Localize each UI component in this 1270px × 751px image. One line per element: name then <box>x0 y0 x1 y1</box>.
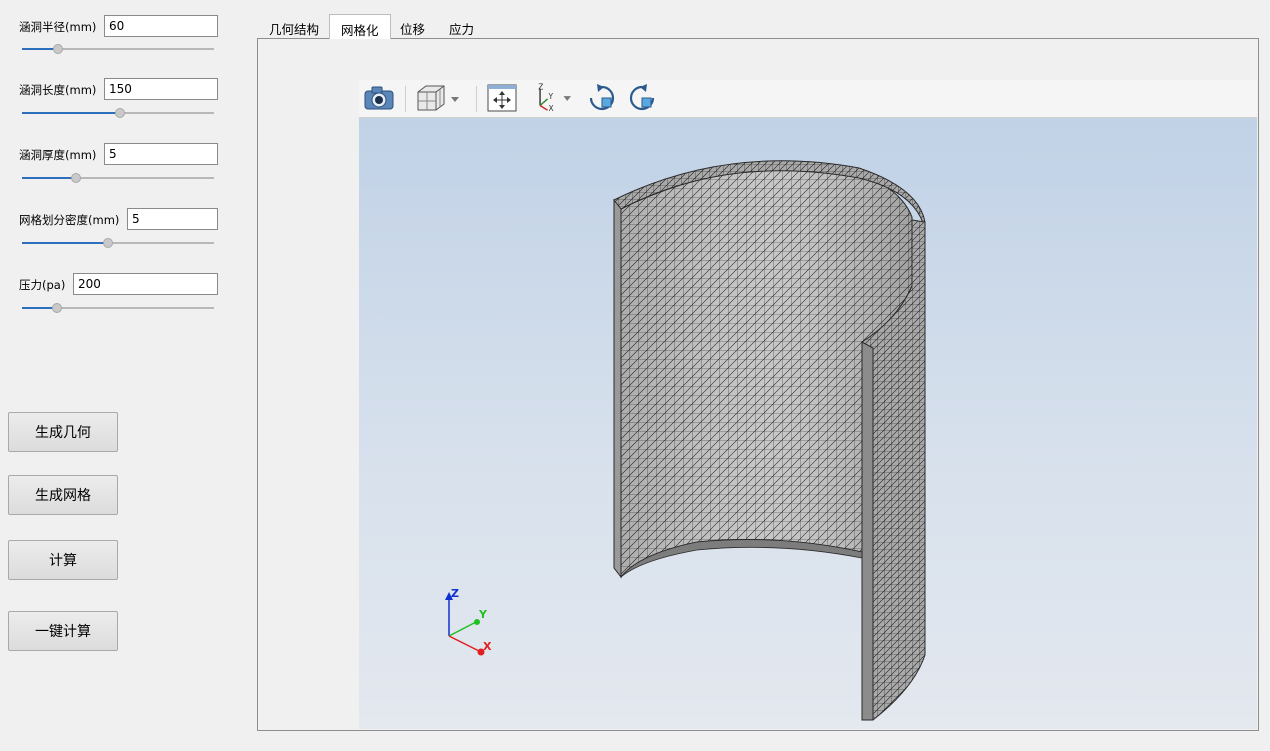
mesh-density-input[interactable] <box>127 208 218 230</box>
tab-geometry[interactable]: 几何结构 <box>258 14 330 39</box>
generate-geometry-button[interactable]: 生成几何 <box>8 412 118 452</box>
mesh-cut-face <box>861 341 874 721</box>
3d-viewer[interactable]: Z Y X Z Y X <box>359 80 1257 729</box>
thickness-slider[interactable] <box>22 171 214 185</box>
slider-fill <box>22 177 76 179</box>
axis-y-label: Y <box>478 608 488 621</box>
mesh-left-edge <box>613 198 622 579</box>
slider-thumb[interactable] <box>103 238 114 248</box>
slider-thumb[interactable] <box>114 108 125 118</box>
compute-button[interactable]: 计算 <box>8 540 118 580</box>
length-input[interactable] <box>104 78 218 100</box>
length-slider[interactable] <box>22 106 214 120</box>
tab-displacement[interactable]: 位移 <box>389 14 436 39</box>
pressure-label: 压力(pa) <box>19 278 66 292</box>
pressure-input[interactable] <box>73 273 218 295</box>
one-click-compute-button[interactable]: 一键计算 <box>8 611 118 651</box>
radius-label: 涵洞半径(mm) <box>19 20 97 34</box>
slider-fill <box>22 112 120 114</box>
thickness-input[interactable] <box>104 143 218 165</box>
radius-input[interactable] <box>104 15 218 37</box>
slider-thumb[interactable] <box>51 303 62 313</box>
axis-x-label: X <box>483 640 492 653</box>
axis-z-label: Z <box>451 588 459 600</box>
thickness-label: 涵洞厚度(mm) <box>19 148 97 162</box>
tab-meshing[interactable]: 网格化 <box>329 14 391 39</box>
generate-mesh-button[interactable]: 生成网格 <box>8 475 118 515</box>
slider-fill <box>22 242 109 244</box>
radius-slider[interactable] <box>22 42 214 56</box>
mesh-density-slider[interactable] <box>22 236 214 250</box>
tab-stress[interactable]: 应力 <box>438 14 485 39</box>
axis-triad: Z Y X <box>445 588 492 656</box>
length-label: 涵洞长度(mm) <box>19 83 97 97</box>
pressure-slider[interactable] <box>22 301 214 315</box>
slider-thumb[interactable] <box>53 44 64 54</box>
mesh-density-label: 网格划分密度(mm) <box>19 213 120 227</box>
slider-thumb[interactable] <box>70 173 81 183</box>
